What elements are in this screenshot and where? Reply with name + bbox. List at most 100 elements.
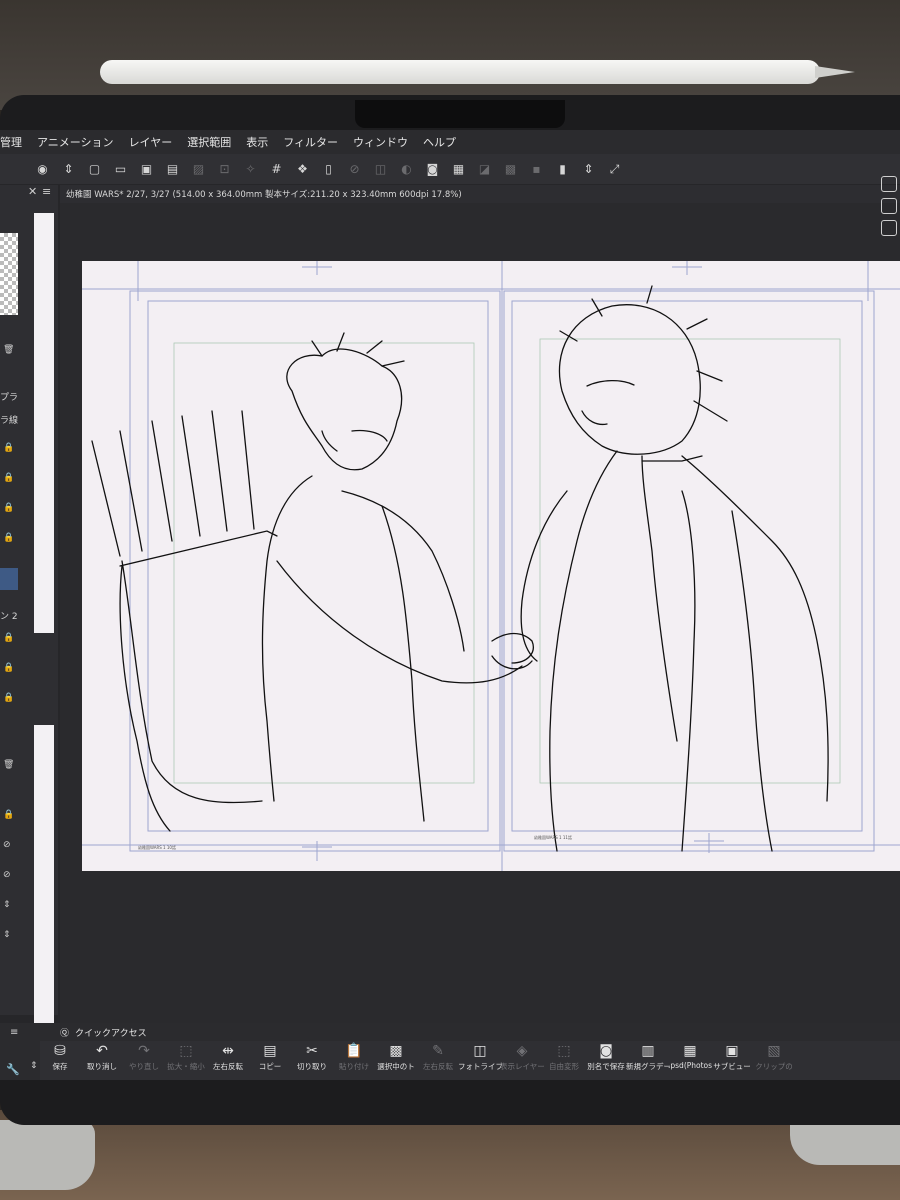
quick-access-item[interactable]: ⇹ 左右反転 [208, 1041, 248, 1072]
menu-item-manage[interactable]: 管理 [0, 134, 22, 150]
edit-icon[interactable]: ▨ [190, 161, 207, 178]
tone-icon[interactable]: ▩ [502, 161, 519, 178]
quick-access-item[interactable]: ↶ 取り消し [82, 1041, 122, 1072]
menu-item-selection[interactable]: 選択範囲 [187, 134, 231, 150]
frame-icon[interactable]: ▣ [138, 161, 155, 178]
quick-access-label: 別名で保存 [587, 1062, 625, 1071]
color-icon[interactable]: ▪ [528, 161, 545, 178]
layers-icon: ◈ [516, 1043, 528, 1059]
lock-icon[interactable]: 🔒 [3, 443, 14, 453]
lock-icon[interactable]: 🔒 [3, 503, 14, 513]
quick-access-item[interactable]: ⬚ 拡大・縮小 [166, 1041, 206, 1072]
chevron-updown-icon-2[interactable]: ⇕ [580, 161, 597, 178]
lock-icon[interactable]: 🔒 [3, 633, 14, 643]
document-tab[interactable]: 幼稚園 WARS* 2/27, 3/27 (514.00 x 364.00mm … [60, 185, 900, 203]
transform-icon[interactable]: ⊡ [216, 161, 233, 178]
quick-access-item[interactable]: ⛁ 保存 [40, 1041, 80, 1072]
quick-access-item[interactable]: ▦ .psd(Photos [668, 1041, 712, 1070]
transparent-preview [0, 233, 18, 315]
stylus-pencil [100, 60, 820, 84]
tablet-notch [355, 100, 565, 128]
quick-access-item[interactable]: ▤ コピー [250, 1041, 290, 1072]
app-logo-icon[interactable]: ◉ [34, 161, 51, 178]
subview-icon: ▣ [725, 1043, 739, 1059]
close-icon[interactable]: ✕ [28, 185, 37, 198]
layer-icon[interactable]: ◫ [372, 161, 389, 178]
quick-access-item[interactable]: ◈ 表示レイヤー [500, 1041, 544, 1072]
ruler-icon[interactable]: ⊘ [346, 161, 363, 178]
quick-access-label: 自由変形 [549, 1062, 579, 1071]
chevron-updown-icon[interactable]: ⇕ [3, 900, 11, 910]
quick-access-item[interactable]: ◙ 別名で保存 [586, 1041, 626, 1072]
clip-icon: ▧ [767, 1043, 781, 1059]
lock-icon[interactable]: 🔒 [3, 810, 14, 820]
quick-access-item[interactable]: ▥ 新規グラデー [626, 1041, 670, 1072]
page-frame-icon[interactable]: ▤ [164, 161, 181, 178]
lock-icon[interactable]: 🔒 [3, 533, 14, 543]
save-copy-icon[interactable]: ◙ [424, 161, 441, 178]
grid-icon[interactable]: # [268, 161, 285, 178]
quick-access-header: Ⓠ クイックアクセス [40, 1023, 900, 1041]
transform-icon: ⬚ [557, 1043, 571, 1059]
quick-access-item[interactable]: ▣ サブビュー [712, 1041, 752, 1072]
new-file-icon[interactable]: ▢ [86, 161, 103, 178]
spread-page[interactable]: 幼稚園WARS 1 10話 幼稚園WARS 1 11話 [82, 261, 900, 871]
menu-item-filter[interactable]: フィルター [283, 134, 338, 150]
quick-access-bar: ⛁ 保存 ↶ 取り消し ↷ やり直し ⬚ 拡大・縮小 ⇹ 左右反転 ▤ コピー ✂ 切り取り 📋 貼り付け ▩ 選… [40, 1041, 900, 1080]
desk-background [0, 0, 900, 110]
selected-layer-indicator[interactable] [0, 568, 18, 590]
menu-icon[interactable]: ≡ [10, 1027, 18, 1038]
book-icon[interactable]: ▯ [320, 161, 337, 178]
quick-access-item[interactable]: 📋 貼り付け [334, 1041, 374, 1072]
trash-icon[interactable]: 🗑 [3, 345, 14, 355]
wrench-icon[interactable]: 🔧 [6, 1063, 20, 1076]
quick-access-label: やり直し [129, 1062, 159, 1071]
save-as-icon: ◙ [599, 1043, 613, 1059]
menu-icon[interactable]: ≡ [42, 185, 51, 198]
undo-icon: ↶ [96, 1043, 108, 1059]
quick-access-item[interactable]: ↷ やり直し [124, 1041, 164, 1072]
chevron-updown-icon[interactable]: ⇕ [3, 930, 11, 940]
chevron-updown-icon[interactable]: ⇕ [60, 161, 77, 178]
quick-access-item[interactable]: ✎ 左右反転 [418, 1041, 458, 1072]
page-caption-left: 幼稚園WARS 1 10話 [138, 845, 176, 850]
quick-access-item[interactable]: ◫ フォトライブ [458, 1041, 502, 1072]
quick-access-item[interactable]: ⬚ 自由変形 [544, 1041, 584, 1072]
blend-icon[interactable]: ⊘ [3, 840, 11, 850]
device-icon[interactable]: ▮ [554, 161, 571, 178]
contrast-icon[interactable]: ◪ [476, 161, 493, 178]
quick-access-label: 表示レイヤー [500, 1062, 544, 1071]
canvas-area[interactable]: 幼稚園WARS 1 10話 幼稚園WARS 1 11話 [60, 203, 900, 1023]
trash-icon[interactable]: 🗑 [3, 760, 14, 770]
psd-icon: ▦ [683, 1043, 697, 1059]
quick-access-label: 選択中のト [377, 1062, 415, 1071]
window-icon[interactable] [881, 176, 897, 192]
quick-access-side: 🔧 ⇕ ≡ [0, 1023, 40, 1080]
menu-item-layer[interactable]: レイヤー [129, 134, 173, 150]
navigator-thumbnail[interactable] [34, 213, 54, 633]
open-folder-icon[interactable]: ▭ [112, 161, 129, 178]
fill-icon[interactable]: ◐ [398, 161, 415, 178]
quick-access-label: .psd(Photos [668, 1061, 712, 1070]
left-panel-label-1: プラ [0, 393, 19, 403]
page-thumbnail[interactable] [34, 725, 54, 1065]
menu-item-help[interactable]: ヘルプ [423, 134, 456, 150]
lock-icon[interactable]: 🔒 [3, 693, 14, 703]
document-tab-title: 幼稚園 WARS* 2/27, 3/27 (514.00 x 364.00mm … [66, 190, 462, 200]
lock-icon[interactable]: 🔒 [3, 663, 14, 673]
fullscreen-icon[interactable]: ⤢ [606, 161, 623, 178]
magic-icon[interactable]: ✧ [242, 161, 259, 178]
quick-access-item[interactable]: ✂ 切り取り [292, 1041, 332, 1072]
material-icon[interactable]: ❖ [294, 161, 311, 178]
menu-item-view[interactable]: 表示 [246, 134, 268, 150]
quick-access-item[interactable]: ▩ 選択中のト [376, 1041, 416, 1072]
lock-icon[interactable]: 🔒 [3, 473, 14, 483]
image-icon[interactable]: ▦ [450, 161, 467, 178]
blend-icon[interactable]: ⊘ [3, 870, 11, 880]
window-icon[interactable] [881, 198, 897, 214]
layers-icon[interactable] [881, 220, 897, 236]
menu-item-animation[interactable]: アニメーション [37, 134, 114, 150]
chevron-updown-icon[interactable]: ⇕ [30, 1061, 38, 1071]
menu-item-window[interactable]: ウィンドウ [353, 134, 408, 150]
quick-access-item[interactable]: ▧ クリップの [754, 1041, 794, 1072]
